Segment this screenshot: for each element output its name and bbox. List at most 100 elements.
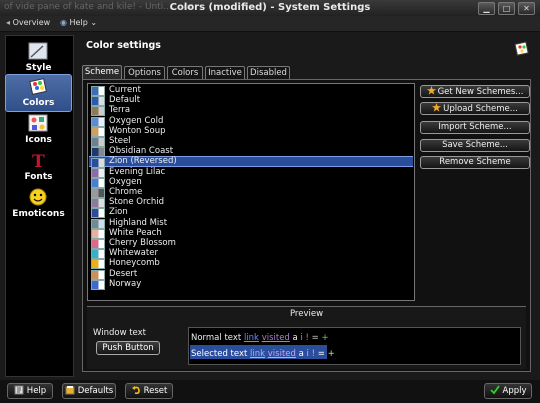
checkmark-icon: [489, 385, 500, 395]
scheme-name: Current: [109, 85, 141, 95]
scheme-list-item[interactable]: Steel: [89, 136, 413, 147]
symbol-plus: +: [327, 349, 335, 359]
sidebar-item-emoticons[interactable]: Emoticons: [6, 186, 71, 222]
save-scheme-button[interactable]: Save Scheme...: [420, 139, 530, 152]
button-label: Reset: [143, 386, 168, 396]
tab-inactive[interactable]: Inactive: [205, 66, 245, 80]
tab-scheme[interactable]: Scheme: [82, 65, 122, 80]
scheme-list-item[interactable]: Oxygen: [89, 176, 413, 188]
scheme-list-item[interactable]: Stone Orchid: [89, 197, 413, 209]
svg-text:T: T: [32, 152, 45, 169]
scheme-list-item[interactable]: Norway: [89, 278, 413, 290]
scheme-name: Wonton Soup: [109, 125, 166, 136]
help-label: Help: [69, 18, 88, 27]
scheme-name: Norway: [109, 278, 142, 289]
window-text-label: Window text: [93, 328, 146, 338]
symbol-i: i: [306, 349, 309, 359]
star-icon: [432, 103, 442, 112]
scheme-list-item[interactable]: Honeycomb: [89, 258, 413, 270]
get-new-schemes-button[interactable]: Get New Schemes...: [420, 85, 530, 98]
scheme-name: Zion: [109, 207, 128, 218]
scheme-list-item[interactable]: Zion: [89, 207, 413, 219]
normal-text-sample: Normal text link visited a i ! = +: [191, 333, 329, 343]
scheme-name: Stone Orchid: [109, 197, 165, 208]
scheme-list-item[interactable]: Chrome: [89, 187, 413, 198]
scheme-name: Cherry Blossom: [109, 238, 176, 248]
scheme-name: Default: [109, 95, 141, 106]
scheme-list-item[interactable]: Default: [89, 95, 413, 107]
symbol-exclaim: !: [305, 333, 309, 343]
button-label: Get New Schemes...: [437, 87, 524, 97]
import-scheme-button[interactable]: Import Scheme...: [420, 121, 530, 134]
scheme-name: Obsidian Coast: [109, 146, 174, 157]
help-icon: [14, 385, 24, 395]
scheme-list-item[interactable]: Evening Lilac: [89, 167, 413, 178]
symbol-equals: =: [311, 333, 319, 343]
close-button[interactable]: ✕: [518, 2, 535, 15]
sidebar-item-style[interactable]: Style: [6, 40, 71, 76]
button-label: Defaults: [77, 386, 114, 396]
tab-options[interactable]: Options: [124, 66, 165, 80]
sidebar-item-fonts[interactable]: T Fonts: [6, 149, 71, 185]
scheme-name: Oxygen Cold: [109, 115, 164, 126]
upload-scheme-button[interactable]: Upload Scheme...: [420, 102, 530, 115]
minimize-button[interactable]: ▁: [478, 2, 495, 15]
preview-title: Preview: [289, 309, 324, 319]
scheme-list-item[interactable]: White Peach: [89, 227, 413, 239]
symbol-plus: +: [321, 333, 329, 343]
page-title: Color settings: [86, 40, 161, 51]
scheme-list-item[interactable]: Current: [89, 85, 413, 96]
scheme-list-item[interactable]: Obsidian Coast: [89, 146, 413, 158]
visited-sample: visited: [267, 349, 296, 359]
help-button[interactable]: Help: [7, 383, 53, 399]
title-bar: of vide pane of kate and kile! - Unti...…: [0, 0, 540, 16]
scheme-name: White Peach: [109, 227, 162, 238]
scheme-name: Terra: [109, 105, 131, 116]
scheme-list-item[interactable]: Terra: [89, 105, 413, 117]
scheme-swatch-icon: [91, 279, 105, 290]
scheme-name: Zion (Reversed): [109, 156, 177, 167]
scheme-name: Desert: [109, 268, 138, 279]
reset-button[interactable]: Reset: [125, 383, 173, 399]
maximize-button[interactable]: □: [498, 2, 515, 15]
sidebar-item-colors[interactable]: Colors: [5, 74, 72, 112]
icons-icon: [28, 114, 48, 132]
overview-button[interactable]: ◂ Overview: [6, 18, 50, 27]
scheme-name: Chrome: [109, 187, 143, 197]
scheme-name: Highland Mist: [109, 217, 168, 228]
overview-label: Overview: [12, 18, 51, 27]
scheme-list-item[interactable]: Desert: [89, 268, 413, 280]
fonts-icon: T: [32, 152, 45, 169]
scheme-list-item[interactable]: Cherry Blossom: [89, 238, 413, 249]
scheme-list-item[interactable]: Highland Mist: [89, 217, 413, 229]
symbol-a: a: [298, 349, 304, 359]
button-label: Upload Scheme...: [443, 104, 518, 114]
link-sample: link: [243, 333, 259, 343]
color-palette-icon: [514, 41, 529, 56]
sidebar-item-label: Fonts: [24, 172, 53, 182]
color-palette-icon: [29, 78, 47, 95]
remove-scheme-button[interactable]: Remove Scheme: [420, 156, 530, 169]
help-menu[interactable]: ◉ Help ⌄: [60, 18, 97, 27]
defaults-button[interactable]: Defaults: [62, 383, 116, 399]
star-icon: [426, 86, 436, 95]
tab-colors[interactable]: Colors: [167, 66, 203, 80]
visited-sample: visited: [261, 333, 290, 343]
scheme-name: Oxygen: [109, 176, 142, 187]
scheme-list-item[interactable]: Whitewater: [89, 248, 413, 260]
smiley-icon: [29, 188, 47, 206]
style-icon: [28, 42, 48, 60]
sidebar-item-icons[interactable]: Icons: [6, 112, 71, 148]
window-title: Colors (modified) - System Settings: [169, 2, 371, 13]
tab-disabled[interactable]: Disabled: [247, 66, 290, 80]
scheme-list-item[interactable]: Wonton Soup: [89, 125, 413, 137]
symbol-equals: =: [317, 349, 325, 359]
scheme-list-item[interactable]: Oxygen Cold: [89, 115, 413, 127]
apply-button[interactable]: Apply: [484, 383, 532, 399]
chevron-down-icon: ⌄: [87, 18, 98, 27]
undo-icon: [131, 386, 140, 395]
sidebar-item-label: Colors: [22, 98, 55, 108]
selected-text-label: Selected text: [191, 349, 248, 359]
scheme-list[interactable]: Current Default Terra Oxygen Cold Wonton Sou…: [87, 83, 415, 301]
push-button-preview[interactable]: Push Button: [96, 341, 160, 355]
